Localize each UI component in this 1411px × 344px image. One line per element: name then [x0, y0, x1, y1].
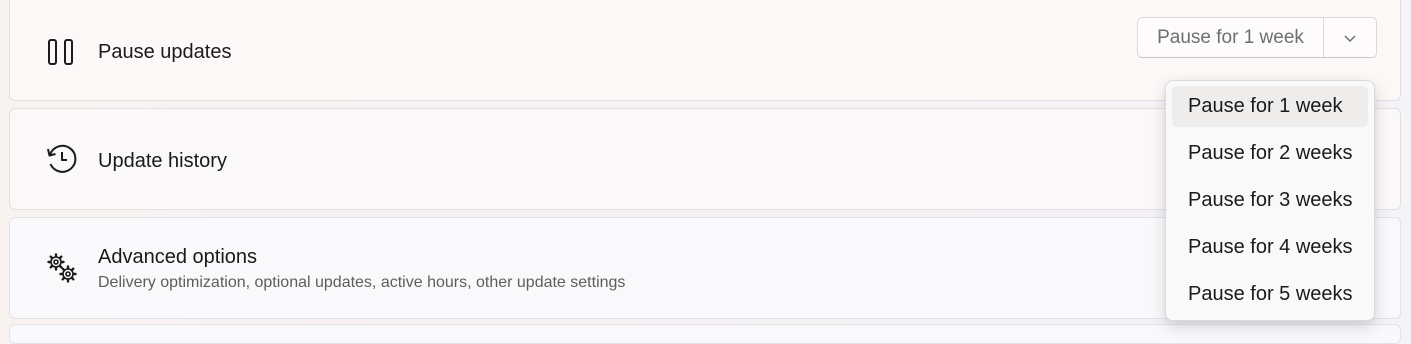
pause-duration-button[interactable]: Pause for 1 week [1138, 18, 1324, 57]
advanced-options-subtitle: Delivery optimization, optional updates,… [98, 274, 626, 291]
menu-item-pause-4-weeks[interactable]: Pause for 4 weeks [1172, 227, 1368, 268]
menu-item-pause-2-weeks[interactable]: Pause for 2 weeks [1172, 133, 1368, 174]
next-settings-card[interactable] [9, 324, 1401, 344]
menu-item-pause-5-weeks[interactable]: Pause for 5 weeks [1172, 274, 1368, 315]
pause-duration-dropdown-menu: Pause for 1 week Pause for 2 weeks Pause… [1165, 80, 1375, 321]
advanced-options-title: Advanced options [98, 246, 258, 268]
history-icon [47, 144, 77, 173]
menu-item-pause-1-week[interactable]: Pause for 1 week [1172, 86, 1368, 127]
update-history-title: Update history [98, 150, 227, 172]
pause-duration-split-button[interactable]: Pause for 1 week [1137, 17, 1377, 58]
pause-duration-dropdown-toggle[interactable] [1324, 18, 1376, 57]
chevron-down-icon [1344, 35, 1356, 42]
pause-icon [48, 39, 73, 65]
gears-icon [47, 253, 77, 283]
menu-item-pause-3-weeks[interactable]: Pause for 3 weeks [1172, 180, 1368, 221]
pause-updates-title: Pause updates [98, 41, 232, 63]
